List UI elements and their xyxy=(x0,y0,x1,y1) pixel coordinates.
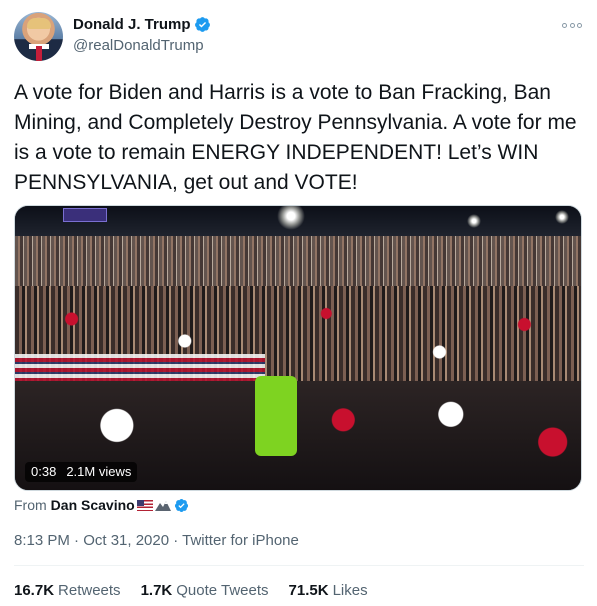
retweets-count: 16.7K xyxy=(14,582,55,599)
likes-label: Likes xyxy=(332,582,368,599)
tweet-header: Donald J. Trump @realDonaldTrump xyxy=(14,12,584,62)
mountain-icon xyxy=(154,501,171,511)
tweet-text: A vote for Biden and Harris is a vote to… xyxy=(14,81,577,194)
more-options-icon[interactable] xyxy=(562,20,582,30)
name-row: Donald J. Trump xyxy=(73,16,211,33)
video-worker-vest xyxy=(255,376,297,456)
video-stage-banner xyxy=(63,208,107,222)
us-flag-icon xyxy=(136,499,153,511)
more-dot xyxy=(562,22,567,28)
stadium-light xyxy=(467,214,481,228)
source-prefix: From xyxy=(14,497,47,513)
likes-stat[interactable]: 71.5K Likes xyxy=(289,582,368,599)
more-dot xyxy=(569,22,575,28)
likes-count: 71.5K xyxy=(288,582,329,599)
source-name[interactable]: Dan Scavino xyxy=(51,497,135,513)
tweet-timestamp[interactable]: 8:13 PM · Oct 31, 2020 · Twitter for iPh… xyxy=(14,532,299,549)
avatar-hair xyxy=(27,18,51,29)
retweets-label: Retweets xyxy=(58,582,121,599)
video-views: 2.1M views xyxy=(66,464,132,479)
display-name[interactable]: Donald J. Trump xyxy=(73,16,191,33)
quote-tweets-stat[interactable]: 1.7K Quote Tweets xyxy=(141,582,269,599)
profile-avatar[interactable] xyxy=(14,12,63,61)
verified-badge-icon xyxy=(194,17,210,32)
video-source-attribution: From Dan Scavino xyxy=(14,497,189,513)
more-dot xyxy=(577,22,582,28)
divider xyxy=(14,565,584,566)
video-media[interactable]: 0:38 2.1M views xyxy=(14,205,582,491)
quote-tweets-label: Quote Tweets xyxy=(176,582,269,599)
user-handle[interactable]: @realDonaldTrump xyxy=(73,37,204,54)
avatar-tie xyxy=(36,46,42,61)
video-duration-badge: 0:38 2.1M views xyxy=(25,462,138,482)
verified-badge-icon xyxy=(174,498,188,512)
retweets-stat[interactable]: 16.7K Retweets xyxy=(14,582,121,599)
tweet-stats: 16.7K Retweets 1.7K Quote Tweets 71.5K Like… xyxy=(14,582,368,599)
stadium-light xyxy=(555,210,569,224)
quote-tweets-count: 1.7K xyxy=(140,582,173,599)
video-duration: 0:38 xyxy=(31,464,57,479)
